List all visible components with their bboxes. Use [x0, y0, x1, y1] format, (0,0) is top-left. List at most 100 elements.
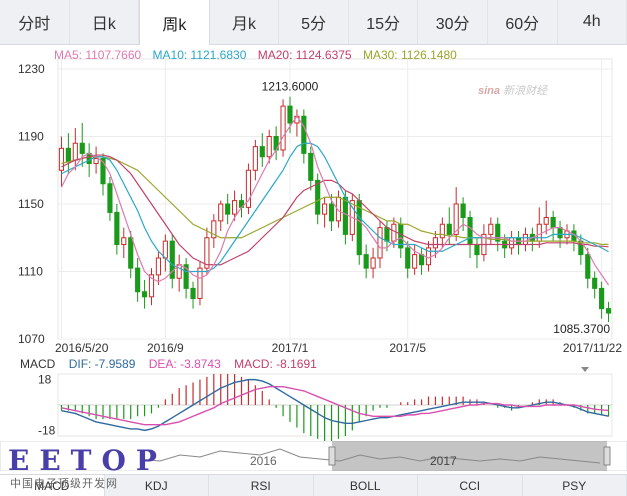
ma20-line	[61, 155, 608, 265]
eetop-subtitle: 中国电子顶级开发网	[10, 475, 118, 491]
eetop-logo: EETOP	[8, 444, 167, 477]
macd-y-tick: 18	[38, 373, 52, 387]
tab-7[interactable]: 60分	[488, 0, 558, 44]
candle-body	[385, 228, 389, 242]
x-tick-label: 2016/9	[147, 341, 184, 355]
candle-body	[198, 268, 202, 298]
tab-1[interactable]: 日k	[70, 0, 140, 44]
candle-body	[343, 197, 347, 234]
macd-legend: MACD DIF: -7.9589 DEA: -3.8743 MACD: -8.…	[20, 357, 327, 371]
ma5-line	[61, 116, 608, 285]
tab-5[interactable]: 15分	[349, 0, 419, 44]
macd-legend-name: MACD	[20, 357, 55, 371]
candle-body	[66, 148, 70, 162]
x-tick-label: 2017/1	[272, 341, 309, 355]
y-tick-label: 1150	[18, 197, 44, 211]
indicator-tab-boll[interactable]: BOLL	[314, 475, 419, 496]
candle-body	[523, 234, 527, 244]
candle-body	[219, 204, 223, 221]
candle-body	[406, 248, 410, 268]
navigator-label-2017: 2017	[430, 454, 457, 468]
macd-dropdown-icon	[581, 367, 589, 372]
annotation-label: 1213.6000	[262, 80, 319, 94]
sina-logo: sina	[478, 85, 500, 97]
x-tick-label: 2016/5/20	[55, 341, 109, 355]
indicator-tab-kdj[interactable]: KDJ	[105, 475, 210, 496]
candle-body	[191, 288, 195, 298]
y-tick-label: 1110	[18, 265, 43, 279]
candle-body	[551, 218, 555, 228]
ma10-line	[61, 143, 608, 271]
tab-3[interactable]: 月k	[210, 0, 280, 44]
candle-body	[129, 238, 133, 268]
candle-body	[267, 137, 271, 157]
indicator-tab-cci[interactable]: CCI	[418, 475, 523, 496]
candle-body	[440, 224, 444, 238]
y-tick-label: 1230	[18, 62, 45, 76]
candle-body	[80, 143, 84, 153]
candle-body	[288, 106, 292, 123]
candle-body	[233, 201, 237, 215]
candle-body	[489, 224, 493, 234]
navigator-label-2016: 2016	[250, 454, 277, 468]
candle-body	[413, 255, 417, 269]
candle-body	[496, 224, 500, 241]
candle-body	[260, 147, 264, 157]
candle-body	[316, 180, 320, 214]
candle-body	[510, 238, 514, 248]
candle-body	[226, 204, 230, 214]
legend-ma30: MA30: 1126.1480	[363, 48, 457, 62]
candle-body	[593, 278, 597, 288]
candle-body	[163, 241, 167, 258]
candle-body	[586, 255, 590, 279]
indicator-tab-rsi[interactable]: RSI	[209, 475, 314, 496]
candle-body	[323, 204, 327, 214]
annotation-label: 1085.3700	[553, 322, 610, 336]
indicator-tab-psy[interactable]: PSY	[523, 475, 627, 496]
candle-body	[59, 148, 63, 170]
candle-body	[419, 255, 423, 265]
candle-body	[371, 258, 375, 268]
macd-legend-dea: DEA: -3.8743	[149, 357, 221, 371]
macd-legend-macd: MACD: -8.1691	[234, 357, 317, 371]
tab-6[interactable]: 30分	[418, 0, 488, 44]
candle-body	[136, 268, 140, 292]
candle-body	[558, 228, 562, 238]
ma30-line	[61, 157, 608, 245]
candle-body	[364, 255, 368, 269]
tab-2[interactable]: 周k	[139, 0, 210, 45]
sina-watermark-text: 新浪财经	[503, 85, 547, 97]
candle-body	[600, 288, 604, 308]
sina-watermark: sina 新浪财经	[478, 82, 547, 98]
candle-body	[156, 258, 160, 275]
candle-body	[329, 204, 333, 221]
candle-body	[461, 204, 465, 218]
candle-body	[87, 153, 91, 163]
candle-body	[378, 228, 382, 258]
x-tick-label: 2017/11/22	[563, 341, 622, 355]
navigator-handle-right[interactable]	[604, 447, 610, 465]
candle-body	[73, 143, 77, 160]
candle-body	[475, 245, 479, 255]
candle-body	[544, 218, 548, 225]
candle-body	[392, 224, 396, 241]
tab-0[interactable]: 分时	[0, 0, 70, 44]
macd-y-tick: -18	[38, 423, 56, 437]
tab-4[interactable]: 5分	[279, 0, 349, 44]
candle-body	[468, 218, 472, 245]
candle-body	[115, 212, 119, 244]
legend-ma20: MA20: 1124.6375	[258, 48, 352, 62]
candle-body	[302, 116, 306, 153]
candle-body	[309, 153, 313, 180]
y-tick-label: 1190	[18, 130, 44, 144]
tab-8[interactable]: 4h	[558, 0, 627, 44]
ma-legend: MA5: 1107.7660 MA10: 1121.6830 MA20: 112…	[54, 48, 465, 62]
navigator-handle-left[interactable]	[329, 447, 335, 465]
chart-area: 1070 1110 1150 1190 1230 2016/5/20 2016/9 2017/…	[0, 44, 627, 474]
candle-body	[447, 224, 451, 234]
macd-legend-dif: DIF: -7.9589	[69, 357, 136, 371]
y-tick-label: 1070	[18, 332, 45, 346]
plot-frame	[58, 59, 612, 339]
candle-body	[142, 292, 146, 297]
period-tabs: 分时日k周k月k5分15分30分60分4h	[0, 0, 627, 45]
